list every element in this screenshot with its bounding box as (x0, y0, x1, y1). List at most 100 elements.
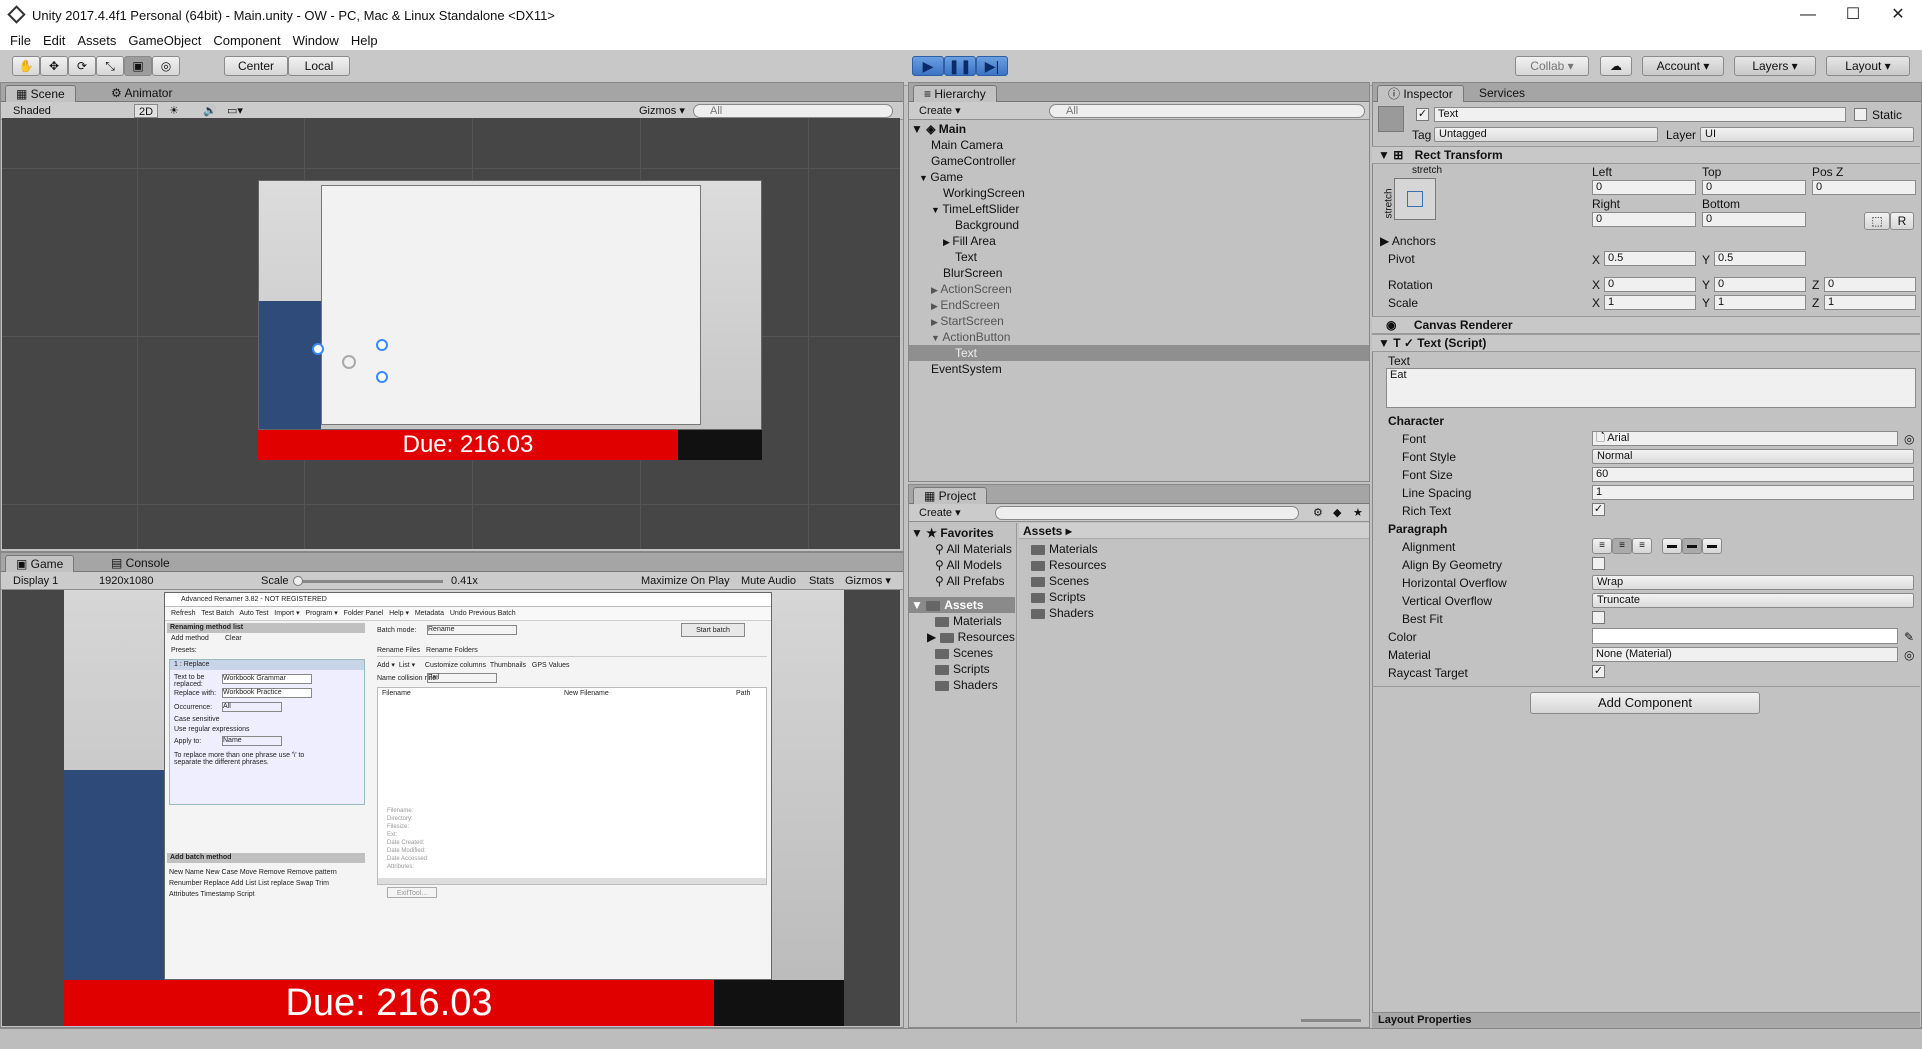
fav-item[interactable]: ⚲ All Prefabs (935, 573, 1005, 589)
right-field[interactable]: 0 (1592, 212, 1696, 227)
font-style-dropdown[interactable]: Normal (1592, 449, 1914, 464)
asset-folder[interactable]: Scripts (1031, 589, 1086, 605)
rot-y-field[interactable]: 0 (1714, 277, 1806, 292)
menu-gameobject[interactable]: GameObject (126, 33, 203, 48)
raycast-checkbox[interactable]: ✓ (1592, 665, 1605, 678)
hierarchy-item[interactable]: WorkingScreen (943, 185, 1025, 201)
2d-toggle[interactable]: 2D (134, 104, 159, 118)
stats-toggle[interactable]: Stats (805, 574, 838, 588)
fav-item[interactable]: ⚲ All Materials (935, 541, 1012, 557)
rect-handle-icon[interactable] (312, 343, 324, 355)
tab-inspector[interactable]: ⓘ Inspector (1377, 85, 1464, 102)
material-picker-icon[interactable]: ◎ (1904, 648, 1914, 662)
layout-properties-bar[interactable]: Layout Properties (1372, 1012, 1920, 1028)
game-gizmos-dropdown[interactable]: Gizmos ▾ (841, 574, 895, 588)
menu-window[interactable]: Window (291, 33, 341, 48)
rotate-tool-icon[interactable]: ⟳ (68, 56, 96, 76)
tree-folder[interactable]: Scenes (935, 645, 993, 661)
maximize-button[interactable]: ☐ (1830, 0, 1876, 30)
rect-tool-icon[interactable]: ▣ (124, 56, 152, 76)
hierarchy-item[interactable]: Main Camera (931, 137, 1003, 153)
foldout-arrow-icon[interactable]: ▶ (931, 301, 940, 311)
tag-dropdown[interactable]: Untagged (1434, 127, 1658, 142)
align-geometry-checkbox[interactable] (1592, 557, 1605, 570)
tree-folder[interactable]: Materials (935, 613, 1002, 629)
step-button[interactable]: ▶| (976, 56, 1008, 76)
pivot-icon[interactable] (342, 355, 356, 369)
text-script-header[interactable]: ▼ T ✓ Text (Script) (1372, 334, 1920, 352)
rect-handle-icon[interactable] (376, 339, 388, 351)
menu-component[interactable]: Component (211, 33, 282, 48)
tab-project[interactable]: ▦ Project (913, 487, 988, 504)
hierarchy-item[interactable]: EventSystem (931, 361, 1002, 377)
mute-audio-toggle[interactable]: Mute Audio (737, 574, 800, 588)
rect-transform-header[interactable]: ▼ ⊞ Rect Transform (1372, 146, 1920, 164)
scale-slider-track[interactable] (295, 580, 443, 583)
hierarchy-item[interactable]: Text (955, 345, 977, 361)
menu-help[interactable]: Help (349, 33, 380, 48)
hierarchy-item[interactable]: ▶ StartScreen (931, 313, 1004, 330)
icon-size-slider[interactable] (1301, 1019, 1361, 1022)
scale-z-field[interactable]: 1 (1824, 295, 1916, 310)
foldout-arrow-icon[interactable]: ▼ (919, 173, 930, 183)
canvas-renderer-header[interactable]: ◉ Canvas Renderer (1372, 316, 1920, 334)
rot-x-field[interactable]: 0 (1604, 277, 1696, 292)
display-dropdown[interactable]: Display 1 (9, 574, 87, 588)
static-checkbox[interactable] (1854, 108, 1867, 121)
pause-button[interactable]: ❚❚ (944, 56, 976, 76)
object-picker-icon[interactable]: ◎ (1904, 432, 1914, 446)
account-dropdown[interactable]: Account ▾ (1642, 56, 1724, 76)
cloud-icon[interactable]: ☁ (1600, 56, 1632, 76)
tab-game[interactable]: ▣ Game (5, 555, 75, 572)
align-bottom-icon[interactable]: ▬ (1702, 538, 1722, 554)
scene-root[interactable]: ▼ ◈ Main (911, 121, 966, 137)
bottom-field[interactable]: 0 (1702, 212, 1806, 227)
scale-y-field[interactable]: 1 (1714, 295, 1806, 310)
game-viewport[interactable]: Advanced Renamer 3.82 - NOT REGISTERED R… (2, 590, 900, 1026)
scene-search-input[interactable]: All (693, 104, 893, 118)
asset-folder[interactable]: Materials (1031, 541, 1098, 557)
minimize-button[interactable]: — (1785, 0, 1831, 30)
filter-type-icon[interactable]: ⚙ (1309, 506, 1327, 520)
hierarchy-search-input[interactable]: All (1049, 104, 1365, 118)
menu-edit[interactable]: Edit (41, 33, 67, 48)
hierarchy-item[interactable]: ▶ EndScreen (931, 297, 1000, 314)
layout-dropdown[interactable]: Layout ▾ (1826, 56, 1910, 76)
play-button[interactable]: ▶ (912, 56, 944, 76)
hierarchy-item[interactable]: Background (955, 217, 1019, 233)
layer-dropdown[interactable]: UI (1700, 127, 1914, 142)
foldout-arrow-icon[interactable]: ▼ (931, 205, 942, 215)
align-middle-icon[interactable]: ▬ (1682, 538, 1702, 554)
scene-viewport[interactable]: Due: 216.03 (2, 118, 900, 549)
hierarchy-item[interactable]: BlurScreen (943, 265, 1002, 281)
menu-assets[interactable]: Assets (75, 33, 118, 48)
transform-tool-icon[interactable]: ◎ (152, 56, 180, 76)
material-field[interactable]: None (Material) (1592, 647, 1898, 662)
align-left-icon[interactable]: ≡ (1592, 538, 1612, 554)
align-top-icon[interactable]: ▬ (1662, 538, 1682, 554)
hierarchy-item[interactable]: ▶ Fill Area (943, 233, 996, 250)
favorites-header[interactable]: ▼ ★ Favorites (911, 525, 994, 541)
shading-mode-dropdown[interactable]: Shaded (9, 104, 124, 118)
eyedropper-icon[interactable]: ✎ (1904, 630, 1914, 644)
scale-tool-icon[interactable]: ⤡ (96, 56, 124, 76)
anchor-presets-icon[interactable] (1394, 178, 1436, 220)
fav-item[interactable]: ⚲ All Models (935, 557, 1002, 573)
rich-text-checkbox[interactable]: ✓ (1592, 503, 1605, 516)
effects-icon[interactable]: ▭▾ (223, 104, 247, 118)
layers-dropdown[interactable]: Layers ▾ (1734, 56, 1816, 76)
hierarchy-item[interactable]: ▼ Game (919, 169, 963, 186)
line-spacing-field[interactable]: 1 (1592, 485, 1914, 500)
maximize-on-play-toggle[interactable]: Maximize On Play (637, 574, 734, 588)
pivot-local-button[interactable]: Local (288, 56, 350, 76)
filter-label-icon[interactable]: ◆ (1329, 506, 1345, 520)
foldout-arrow-icon[interactable]: ▶ (931, 285, 940, 295)
align-center-icon[interactable]: ≡ (1612, 538, 1632, 554)
asset-folder[interactable]: Shaders (1031, 605, 1094, 621)
asset-folder[interactable]: Resources (1031, 557, 1106, 573)
object-name-field[interactable]: Text (1434, 107, 1846, 122)
move-tool-icon[interactable]: ✥ (40, 56, 68, 76)
left-field[interactable]: 0 (1592, 180, 1696, 195)
tree-folder[interactable]: Scripts (935, 661, 990, 677)
lighting-icon[interactable]: ☀ (165, 104, 183, 118)
